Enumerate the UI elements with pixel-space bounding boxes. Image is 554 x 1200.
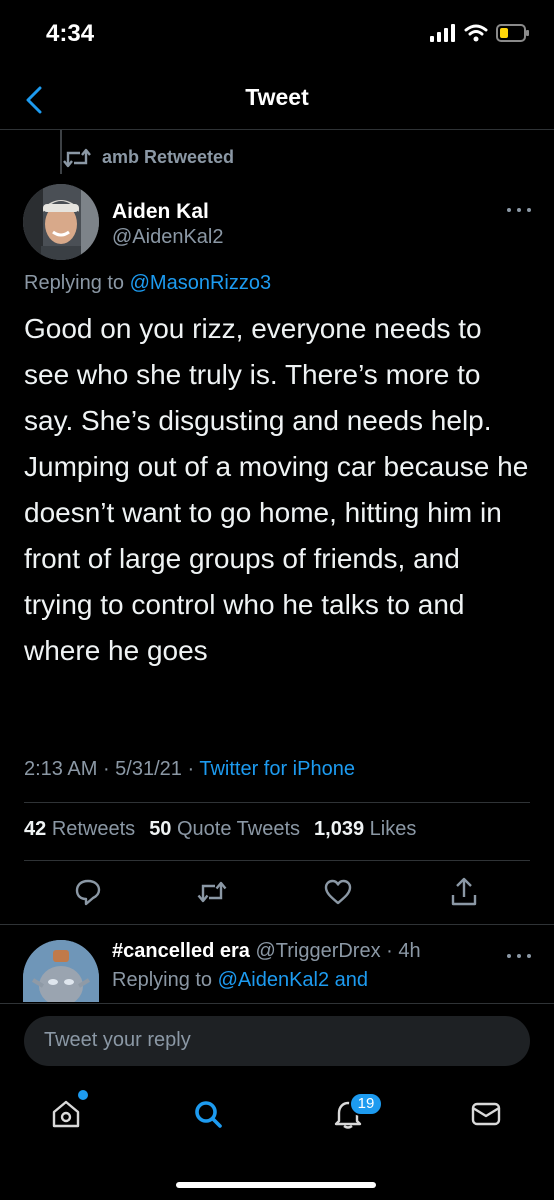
reply-button[interactable] — [68, 872, 108, 912]
author-name[interactable]: Aiden Kal — [112, 200, 209, 224]
author-avatar[interactable] — [23, 184, 99, 260]
reply-placeholder: Tweet your reply — [44, 1029, 191, 1051]
tab-messages[interactable] — [464, 1092, 508, 1136]
author-handle[interactable]: @AidenKal2 — [112, 226, 223, 249]
status-time: 4:34 — [46, 20, 95, 47]
more-options-icon[interactable] — [504, 202, 534, 218]
divider — [24, 802, 530, 803]
top-nav: Tweet — [0, 70, 554, 130]
tweet-stats: 42 Retweets 50 Quote Tweets 1,039 Likes — [24, 818, 416, 841]
retweets-count: 42 — [24, 818, 47, 840]
divider — [24, 860, 530, 861]
reply-author-name[interactable]: #cancelled era — [112, 940, 250, 962]
share-icon — [451, 877, 477, 906]
replying-to-link[interactable]: @MasonRizzo3 — [130, 272, 271, 294]
quotes-stat[interactable]: 50 Quote Tweets — [149, 818, 300, 841]
reply-icon — [75, 879, 101, 906]
reply-header: #cancelled era @TriggerDrex · 4h — [112, 940, 421, 963]
new-content-dot — [78, 1090, 88, 1100]
tweet-meta: 2:13 AM · 5/31/21 · Twitter for iPhone — [24, 758, 355, 781]
battery-icon — [496, 24, 529, 42]
tweet-date: 5/31/21 — [115, 758, 182, 780]
tweet-time: 2:13 AM — [24, 758, 98, 780]
replying-prefix: Replying to — [112, 969, 218, 991]
retweet-icon — [63, 148, 91, 167]
retweets-label: Retweets — [51, 818, 136, 840]
page-title: Tweet — [245, 84, 309, 110]
reply-age: 4h — [398, 940, 421, 962]
quotes-count: 50 — [149, 818, 172, 840]
retweets-stat[interactable]: 42 Retweets — [24, 818, 135, 841]
tweet-source[interactable]: Twitter for iPhone — [199, 758, 355, 780]
reply-replying-to: Replying to @AidenKal2 and — [112, 969, 368, 992]
reply-author-avatar[interactable] — [23, 940, 99, 1002]
retweet-icon — [197, 881, 227, 903]
mail-icon — [471, 1102, 501, 1126]
avatar-image — [23, 184, 99, 260]
likes-label: Likes — [369, 818, 417, 840]
home-icon — [52, 1100, 80, 1128]
likes-stat[interactable]: 1,039 Likes — [314, 818, 416, 841]
replying-to: Replying to @MasonRizzo3 — [24, 272, 271, 295]
quotes-label: Quote Tweets — [177, 818, 301, 840]
status-icons — [430, 24, 530, 42]
reply-author-handle[interactable]: @TriggerDrex — [255, 940, 380, 962]
tweet-text: Good on you rizz, everyone needs to see … — [24, 313, 529, 666]
meta-separator: · — [380, 940, 399, 962]
retweeted-by[interactable]: amb Retweeted — [62, 147, 234, 168]
wifi-icon — [464, 24, 488, 42]
status-bar: 4:34 — [0, 0, 554, 70]
meta-separator: · — [181, 758, 200, 780]
like-button[interactable] — [318, 872, 358, 912]
notifications-badge: 19 — [349, 1092, 383, 1116]
search-icon — [195, 1101, 222, 1128]
retweet-button[interactable] — [192, 872, 232, 912]
share-button[interactable] — [444, 872, 484, 912]
avatar-image — [23, 940, 99, 1002]
likes-count: 1,039 — [314, 818, 365, 840]
meta-separator: · — [97, 758, 116, 780]
home-indicator[interactable] — [176, 1182, 376, 1188]
more-options-icon[interactable] — [504, 948, 534, 964]
tweet-actions — [0, 872, 554, 916]
divider — [0, 924, 554, 925]
tab-bar — [0, 1078, 554, 1148]
tab-search[interactable] — [186, 1092, 230, 1136]
retweet-label: amb Retweeted — [102, 147, 235, 167]
reply-composer[interactable]: Tweet your reply — [24, 1016, 530, 1066]
replying-to-link[interactable]: @AidenKal2 and — [218, 969, 368, 991]
divider — [0, 1003, 554, 1004]
heart-icon — [324, 879, 352, 905]
replying-prefix: Replying to — [24, 272, 130, 294]
signal-icon — [430, 24, 455, 42]
